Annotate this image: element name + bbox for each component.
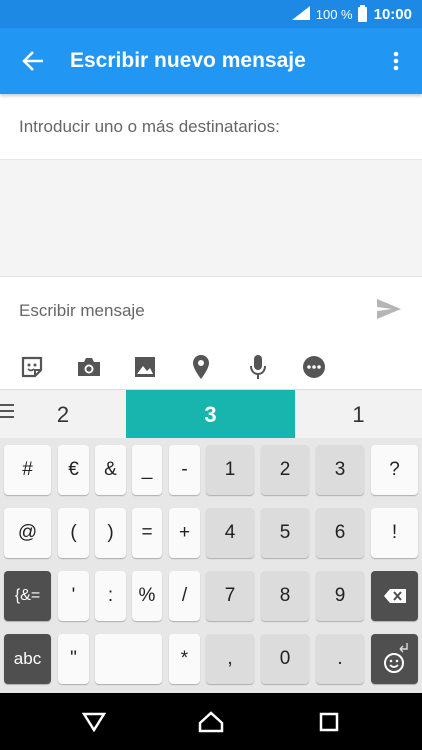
key[interactable]: 0: [261, 634, 309, 684]
attachment-toolbar: [0, 348, 422, 386]
key[interactable]: 2: [261, 445, 309, 495]
message-input[interactable]: Escribir mensaje: [19, 301, 145, 321]
recipients-placeholder: Introducir uno o más destinatarios:: [19, 116, 280, 136]
microphone-icon[interactable]: [243, 352, 273, 382]
key[interactable]: /: [169, 571, 200, 621]
key[interactable]: 8: [261, 571, 309, 621]
page-title: Escribir nuevo mensaje: [70, 49, 306, 72]
key[interactable]: 6: [316, 508, 364, 558]
status-bar: 100 % 10:00: [0, 0, 422, 28]
key[interactable]: @: [4, 508, 51, 558]
more-vert-icon: [393, 51, 399, 71]
key[interactable]: 9: [316, 571, 364, 621]
navigation-bar: [0, 693, 422, 750]
key[interactable]: %: [132, 571, 162, 621]
suggestion-left[interactable]: 2: [0, 390, 126, 439]
send-icon: [377, 299, 401, 319]
key[interactable]: #: [4, 445, 51, 495]
key[interactable]: ": [58, 634, 89, 684]
suggestion-strip: 2 3 1: [0, 389, 422, 439]
keyboard: # € & _ - 1 2 3 ? @ ( ) = + 4 5 6 ! {&= …: [0, 438, 422, 693]
suggestion-middle[interactable]: 3: [126, 390, 295, 439]
key[interactable]: !: [371, 508, 418, 558]
app-bar: Escribir nuevo mensaje: [0, 28, 422, 94]
key[interactable]: *: [169, 634, 200, 684]
key[interactable]: 3: [316, 445, 364, 495]
battery-percent: 100 %: [315, 6, 353, 22]
back-button[interactable]: [0, 28, 66, 94]
camera-icon[interactable]: [74, 352, 104, 382]
location-icon[interactable]: [186, 352, 216, 382]
conversation-area: [0, 160, 422, 276]
back-nav-icon[interactable]: [81, 709, 107, 735]
sticker-icon[interactable]: [17, 352, 47, 382]
key[interactable]: _: [132, 445, 162, 495]
key[interactable]: +: [169, 508, 200, 558]
recipients-field[interactable]: Introducir uno o más destinatarios:: [0, 94, 422, 160]
key[interactable]: ): [95, 508, 126, 558]
arrow-back-icon: [22, 51, 43, 71]
key[interactable]: ?: [371, 445, 418, 495]
enter-emoji-key[interactable]: [371, 634, 418, 684]
overflow-menu-button[interactable]: [370, 28, 422, 94]
key[interactable]: ': [58, 571, 89, 621]
key[interactable]: (: [58, 508, 89, 558]
key[interactable]: 7: [206, 571, 254, 621]
smiley-enter-icon: [383, 643, 408, 673]
key[interactable]: .: [316, 634, 364, 684]
image-icon[interactable]: [130, 352, 160, 382]
key[interactable]: &: [95, 445, 126, 495]
recents-nav-icon[interactable]: [316, 709, 342, 735]
send-button[interactable]: [376, 298, 402, 325]
key[interactable]: =: [132, 508, 162, 558]
signal-icon: [291, 5, 310, 23]
suggestion-right[interactable]: 1: [295, 390, 422, 439]
backspace-icon: [383, 589, 406, 603]
compose-area: Escribir mensaje: [0, 276, 422, 388]
key[interactable]: 5: [261, 508, 309, 558]
home-nav-icon[interactable]: [198, 709, 224, 735]
more-icon[interactable]: [299, 352, 329, 382]
clock: 10:00: [373, 5, 412, 23]
space-key[interactable]: [95, 634, 162, 684]
key[interactable]: €: [58, 445, 89, 495]
symbols-shift-key[interactable]: {&=: [4, 571, 51, 621]
key[interactable]: 1: [206, 445, 254, 495]
battery-icon: [357, 4, 367, 22]
key[interactable]: -: [169, 445, 200, 495]
backspace-key[interactable]: [371, 571, 418, 621]
key[interactable]: 4: [206, 508, 254, 558]
key[interactable]: ,: [206, 634, 254, 684]
abc-key[interactable]: abc: [4, 634, 51, 684]
key[interactable]: :: [95, 571, 126, 621]
